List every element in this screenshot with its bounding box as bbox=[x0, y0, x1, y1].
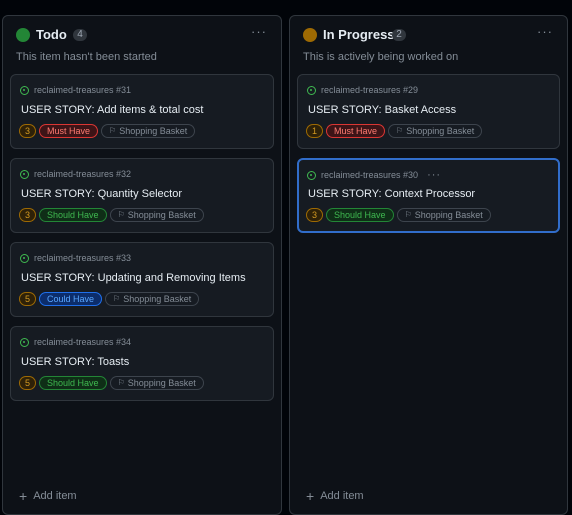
issue-number: #34 bbox=[116, 337, 132, 347]
repo-name: reclaimed-treasures bbox=[34, 169, 114, 179]
status-dot-icon bbox=[16, 28, 30, 42]
card-menu-icon[interactable]: ··· bbox=[427, 169, 441, 181]
estimate-badge: 1 bbox=[306, 124, 324, 138]
repo-name: reclaimed-treasures bbox=[321, 170, 401, 180]
column-menu-icon[interactable]: ··· bbox=[251, 24, 267, 39]
column-in-progress: In Progress 2 ··· This is actively being… bbox=[289, 15, 568, 515]
issue-number: #30 bbox=[403, 170, 419, 180]
estimate-badge: 3 bbox=[19, 208, 37, 222]
add-item-label: Add item bbox=[33, 490, 77, 502]
repo-name: reclaimed-treasures bbox=[34, 253, 114, 263]
estimate-badge: 3 bbox=[306, 208, 324, 222]
add-item-label: Add item bbox=[320, 490, 364, 502]
estimate-badge: 3 bbox=[19, 124, 37, 138]
estimate-badge: 5 bbox=[19, 292, 37, 306]
column-title: In Progress bbox=[323, 27, 395, 42]
priority-label: Should Have bbox=[326, 208, 394, 222]
add-item-button[interactable]: + Add item bbox=[19, 488, 77, 504]
repo-name: reclaimed-treasures bbox=[34, 337, 114, 347]
signpost-icon: ⚐ bbox=[117, 378, 125, 387]
card-labels: 1 Must Have ⚐ Shopping Basket bbox=[306, 124, 483, 138]
field-label: ⚐ Shopping Basket bbox=[109, 376, 204, 390]
item-count-badge: 2 bbox=[392, 29, 406, 41]
signpost-icon: ⚐ bbox=[109, 126, 117, 135]
plus-icon: + bbox=[19, 488, 28, 504]
signpost-icon: ⚐ bbox=[404, 210, 412, 219]
estimate-badge: 5 bbox=[19, 376, 37, 390]
priority-label: Should Have bbox=[39, 376, 107, 390]
priority-label: Could Have bbox=[39, 292, 103, 306]
plus-icon: + bbox=[306, 488, 315, 504]
issue-open-icon bbox=[307, 170, 316, 180]
column-header: In Progress 2 ··· This is actively being… bbox=[290, 16, 567, 71]
priority-label: Must Have bbox=[326, 124, 386, 138]
field-label: ⚐ Shopping Basket bbox=[101, 124, 196, 138]
repo-name: reclaimed-treasures bbox=[321, 85, 401, 95]
issue-card[interactable]: reclaimed-treasures #32 USER STORY: Quant… bbox=[10, 158, 274, 233]
issue-card[interactable]: reclaimed-treasures #31 USER STORY: Add i… bbox=[10, 74, 274, 149]
issue-card[interactable]: reclaimed-treasures #30 ··· USER STORY: Co… bbox=[297, 158, 560, 233]
card-meta: reclaimed-treasures #34 bbox=[20, 337, 131, 347]
field-label: ⚐ Shopping Basket bbox=[105, 292, 200, 306]
column-menu-icon[interactable]: ··· bbox=[537, 24, 553, 39]
card-title[interactable]: USER STORY: Add items & total cost bbox=[21, 104, 203, 116]
issue-card[interactable]: reclaimed-treasures #34 USER STORY: Toast… bbox=[10, 326, 274, 401]
add-item-button[interactable]: + Add item bbox=[306, 488, 364, 504]
signpost-icon: ⚐ bbox=[113, 294, 121, 303]
card-labels: 3 Must Have ⚐ Shopping Basket bbox=[19, 124, 196, 138]
field-label-text: Shopping Basket bbox=[119, 126, 188, 136]
field-label-text: Shopping Basket bbox=[414, 210, 483, 220]
field-label-text: Shopping Basket bbox=[406, 126, 475, 136]
issue-card[interactable]: reclaimed-treasures #33 USER STORY: Updat… bbox=[10, 242, 274, 317]
issue-number: #32 bbox=[116, 169, 132, 179]
signpost-icon: ⚐ bbox=[117, 210, 125, 219]
field-label-text: Shopping Basket bbox=[127, 378, 196, 388]
card-meta: reclaimed-treasures #29 bbox=[307, 85, 418, 95]
column-description: This item hasn't been started bbox=[16, 51, 157, 63]
column-todo: Todo 4 ··· This item hasn't been started… bbox=[2, 15, 282, 515]
card-labels: 3 Should Have ⚐ Shopping Basket bbox=[306, 208, 491, 222]
column-header: Todo 4 ··· This item hasn't been started bbox=[3, 16, 281, 71]
issue-open-icon bbox=[20, 253, 29, 263]
card-labels: 5 Could Have ⚐ Shopping Basket bbox=[19, 292, 200, 306]
column-description: This is actively being worked on bbox=[303, 51, 459, 63]
issue-number: #29 bbox=[403, 85, 419, 95]
field-label: ⚐ Shopping Basket bbox=[396, 208, 491, 222]
card-meta: reclaimed-treasures #30 ··· bbox=[307, 169, 441, 181]
issue-number: #31 bbox=[116, 85, 132, 95]
repo-name: reclaimed-treasures bbox=[34, 85, 114, 95]
card-title[interactable]: USER STORY: Toasts bbox=[21, 356, 129, 368]
card-title[interactable]: USER STORY: Updating and Removing Items bbox=[21, 272, 246, 284]
issue-open-icon bbox=[20, 85, 29, 95]
item-count-badge: 4 bbox=[73, 29, 87, 41]
field-label: ⚐ Shopping Basket bbox=[388, 124, 483, 138]
card-title[interactable]: USER STORY: Context Processor bbox=[308, 188, 475, 200]
status-dot-icon bbox=[303, 28, 317, 42]
signpost-icon: ⚐ bbox=[396, 126, 404, 135]
field-label-text: Shopping Basket bbox=[123, 294, 192, 304]
card-labels: 3 Should Have ⚐ Shopping Basket bbox=[19, 208, 204, 222]
priority-label: Should Have bbox=[39, 208, 107, 222]
priority-label: Must Have bbox=[39, 124, 99, 138]
issue-number: #33 bbox=[116, 253, 132, 263]
card-title[interactable]: USER STORY: Basket Access bbox=[308, 104, 456, 116]
issue-open-icon bbox=[20, 337, 29, 347]
card-title[interactable]: USER STORY: Quantity Selector bbox=[21, 188, 182, 200]
card-meta: reclaimed-treasures #31 bbox=[20, 85, 131, 95]
issue-card[interactable]: reclaimed-treasures #29 USER STORY: Baske… bbox=[297, 74, 560, 149]
issue-open-icon bbox=[20, 169, 29, 179]
card-labels: 5 Should Have ⚐ Shopping Basket bbox=[19, 376, 204, 390]
card-meta: reclaimed-treasures #32 bbox=[20, 169, 131, 179]
column-title: Todo bbox=[36, 27, 67, 42]
field-label: ⚐ Shopping Basket bbox=[109, 208, 204, 222]
card-meta: reclaimed-treasures #33 bbox=[20, 253, 131, 263]
issue-open-icon bbox=[307, 85, 316, 95]
field-label-text: Shopping Basket bbox=[127, 210, 196, 220]
